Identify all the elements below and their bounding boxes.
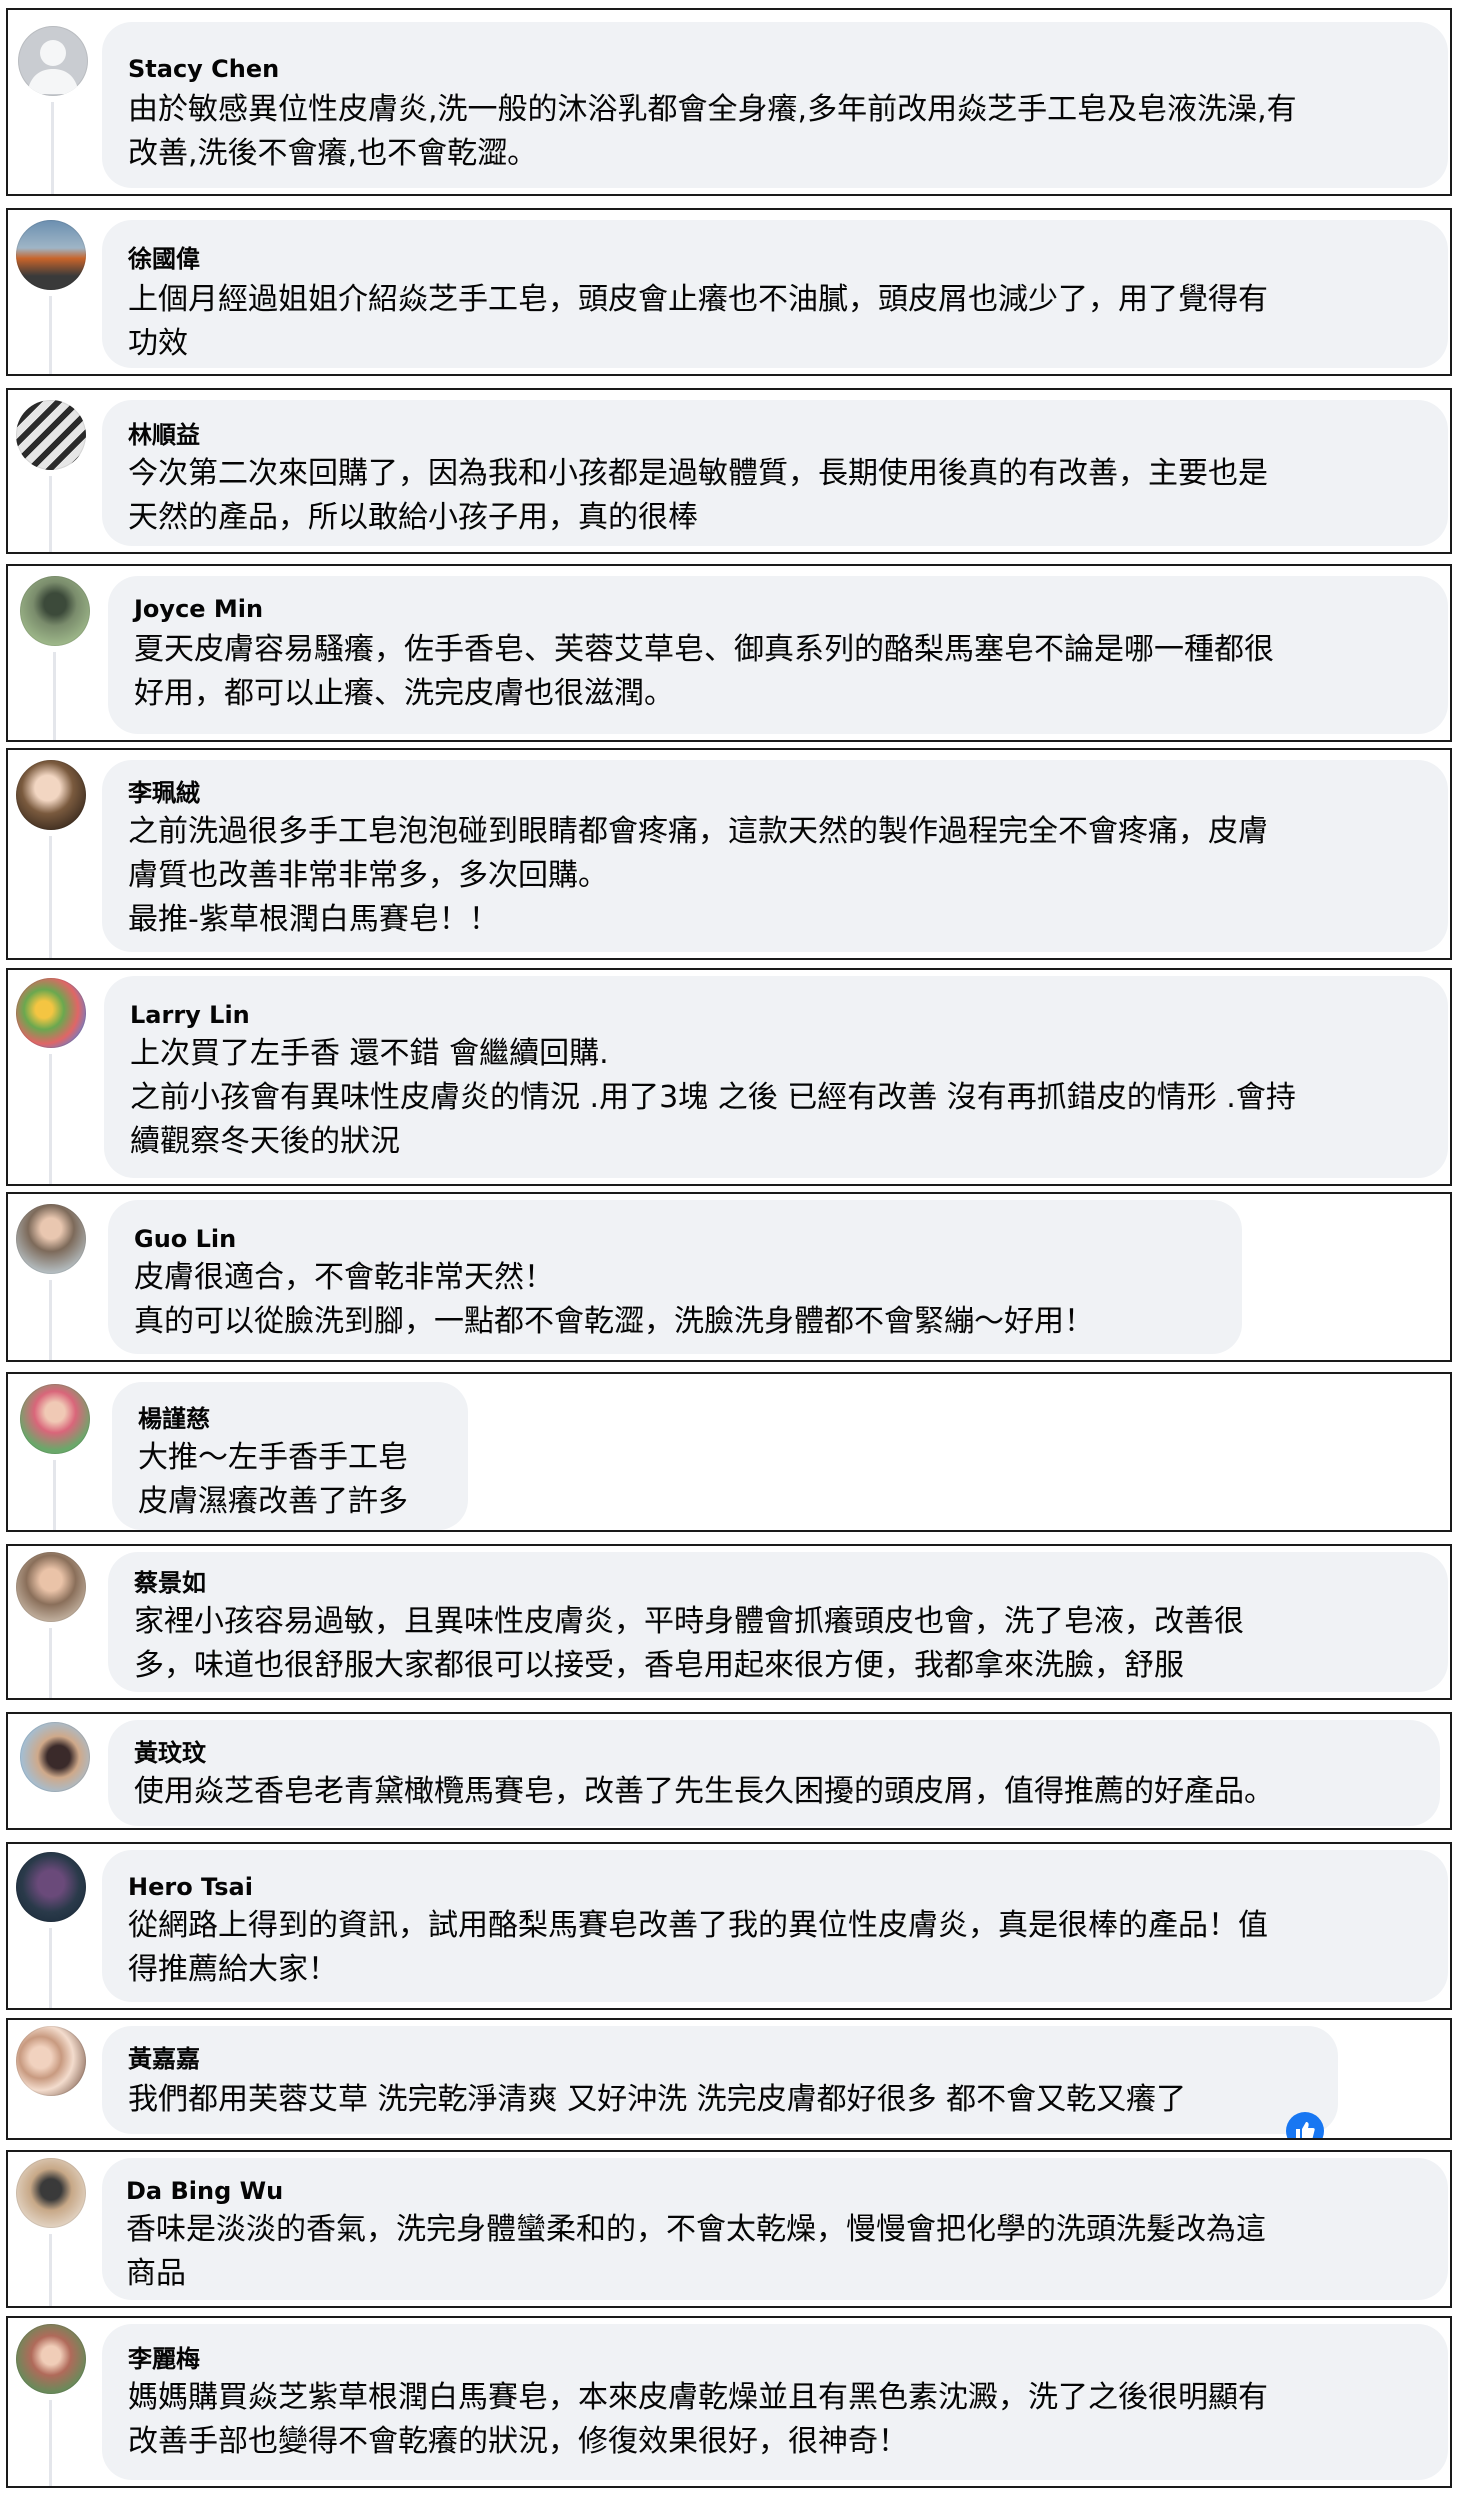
commenter-name[interactable]: 徐國偉 (128, 244, 200, 274)
comment-card: 李麗梅 媽媽購買焱芝紫草根潤白馬賽皂，本來皮膚乾燥並且有黑色素沈澱，洗了之後很明… (6, 2316, 1452, 2488)
avatar[interactable] (16, 1852, 86, 1922)
comment-card: 李珮絨 之前洗過很多手工皂泡泡碰到眼睛都會疼痛，這款天然的製作過程完全不會疼痛，… (6, 748, 1452, 960)
comment-card: Da Bing Wu 香味是淡淡的香氣，洗完身體蠻柔和的，不會太乾燥，慢慢會把化… (6, 2150, 1452, 2308)
comment-card: 楊謹慈 大推～左手香手工皂 皮膚濕癢改善了許多 (6, 1372, 1452, 1532)
comment-text: 由於敏感異位性皮膚炎,洗一般的沐浴乳都會全身癢,多年前改用焱芝手工皂及皂液洗澡,… (128, 92, 1297, 171)
commenter-name[interactable]: Guo Lin (134, 1224, 236, 1254)
comment-text: 上次買了左手香 還不錯 會繼續回購. 之前小孩會有異味性皮膚炎的情況 .用了3塊… (130, 1036, 1296, 1159)
thread-line (49, 1928, 52, 2008)
avatar[interactable] (16, 400, 86, 470)
comment-text: 家裡小孩容易過敏，且異味性皮膚炎，平時身體會抓癢頭皮也會，洗了皂液，改善很 多，… (134, 1604, 1244, 1683)
comment-card: Joyce Min 夏天皮膚容易騷癢，佐手香皂、芙蓉艾草皂、御真系列的酪梨馬塞皂… (6, 564, 1452, 742)
thread-line (49, 2400, 52, 2486)
comment-card: 徐國偉 上個月經過姐姐介紹焱芝手工皂，頭皮會止癢也不油膩，頭皮屑也減少了，用了覺… (6, 208, 1452, 376)
comment-card: Hero Tsai 從網路上得到的資訊，試用酪梨馬賽皂改善了我的異位性皮膚炎，真… (6, 1842, 1452, 2010)
commenter-name[interactable]: 蔡景如 (134, 1568, 206, 1598)
default-avatar[interactable] (18, 26, 88, 96)
commenter-name[interactable]: Da Bing Wu (126, 2176, 283, 2206)
avatar[interactable] (16, 1552, 86, 1622)
thread-line (49, 1628, 52, 1698)
avatar[interactable] (16, 760, 86, 830)
avatar[interactable] (16, 978, 86, 1048)
thread-line (49, 1280, 52, 1360)
comment-card: 蔡景如 家裡小孩容易過敏，且異味性皮膚炎，平時身體會抓癢頭皮也會，洗了皂液，改善… (6, 1544, 1452, 1700)
comment-text: 媽媽購買焱芝紫草根潤白馬賽皂，本來皮膚乾燥並且有黑色素沈澱，洗了之後很明顯有 改… (128, 2380, 1268, 2459)
thread-line (49, 476, 52, 552)
comment-card: Stacy Chen 由於敏感異位性皮膚炎,洗一般的沐浴乳都會全身癢,多年前改用… (6, 8, 1452, 196)
avatar[interactable] (20, 1722, 90, 1792)
thread-line (53, 1460, 56, 1530)
avatar[interactable] (20, 1384, 90, 1454)
commenter-name[interactable]: 林順益 (128, 420, 200, 450)
thread-line (53, 652, 56, 740)
thread-line (49, 836, 52, 958)
commenter-name[interactable]: Hero Tsai (128, 1872, 253, 1902)
avatar[interactable] (16, 2158, 86, 2228)
thread-line (49, 1054, 52, 1184)
comment-text: 夏天皮膚容易騷癢，佐手香皂、芙蓉艾草皂、御真系列的酪梨馬塞皂不論是哪一種都很 好… (134, 632, 1274, 711)
comment-card: Larry Lin 上次買了左手香 還不錯 會繼續回購. 之前小孩會有異味性皮膚… (6, 968, 1452, 1186)
comment-card: 黃嘉嘉 我們都用芙蓉艾草 洗完乾淨清爽 又好沖洗 洗完皮膚都好很多 都不會又乾又… (6, 2018, 1452, 2140)
comment-text: 今次第二次來回購了，因為我和小孩都是過敏體質，長期使用後真的有改善，主要也是 天… (128, 456, 1268, 535)
comment-text: 上個月經過姐姐介紹焱芝手工皂，頭皮會止癢也不油膩，頭皮屑也減少了，用了覺得有 功… (128, 282, 1268, 361)
commenter-name[interactable]: Joyce Min (134, 594, 263, 624)
comment-card: Guo Lin 皮膚很適合，不會乾非常天然！ 真的可以從臉洗到腳，一點都不會乾澀… (6, 1192, 1452, 1362)
avatar[interactable] (16, 2026, 86, 2096)
comment-card: 黃玟玟 使用焱芝香皂老青黛橄欖馬賽皂，改善了先生長久困擾的頭皮屑，值得推薦的好產… (6, 1712, 1452, 1830)
comment-text: 皮膚很適合，不會乾非常天然！ 真的可以從臉洗到腳，一點都不會乾澀，洗臉洗身體都不… (134, 1260, 1094, 1339)
commenter-name[interactable]: 黃玟玟 (134, 1738, 206, 1768)
comment-card: 林順益 今次第二次來回購了，因為我和小孩都是過敏體質，長期使用後真的有改善，主要… (6, 388, 1452, 554)
comment-text: 我們都用芙蓉艾草 洗完乾淨清爽 又好沖洗 洗完皮膚都好很多 都不會又乾又癢了 (128, 2082, 1187, 2117)
avatar[interactable] (16, 1204, 86, 1274)
avatar[interactable] (20, 576, 90, 646)
commenter-name[interactable]: 李珮絨 (128, 778, 200, 808)
commenter-name[interactable]: 黃嘉嘉 (128, 2044, 200, 2074)
thumbs-up-icon (1296, 2122, 1315, 2138)
comment-text: 之前洗過很多手工皂泡泡碰到眼睛都會疼痛，這款天然的製作過程完全不會疼痛，皮膚 膚… (128, 814, 1268, 937)
avatar[interactable] (16, 2324, 86, 2394)
comment-text: 從網路上得到的資訊，試用酪梨馬賽皂改善了我的異位性皮膚炎，真是很棒的產品！值 得… (128, 1908, 1268, 1987)
thread-line (51, 102, 54, 194)
avatar[interactable] (16, 220, 86, 290)
commenter-name[interactable]: Larry Lin (130, 1000, 250, 1030)
commenter-name[interactable]: 李麗梅 (128, 2344, 200, 2374)
thread-line (49, 296, 52, 374)
comment-text: 使用焱芝香皂老青黛橄欖馬賽皂，改善了先生長久困擾的頭皮屑，值得推薦的好產品。 (134, 1774, 1274, 1809)
comment-text: 香味是淡淡的香氣，洗完身體蠻柔和的，不會太乾燥，慢慢會把化學的洗頭洗髮改為這 商… (126, 2212, 1266, 2291)
comment-text: 大推～左手香手工皂 皮膚濕癢改善了許多 (138, 1440, 408, 1519)
commenter-name[interactable]: Stacy Chen (128, 54, 279, 84)
commenter-name[interactable]: 楊謹慈 (138, 1404, 210, 1434)
thread-line (49, 2234, 52, 2306)
